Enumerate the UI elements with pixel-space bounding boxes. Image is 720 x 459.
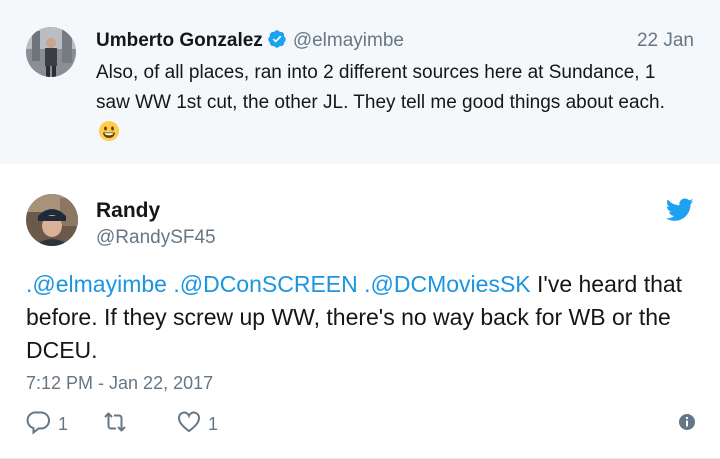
like-count: 1 [208,413,219,434]
tweet-actions: 1 1 [26,410,696,438]
parent-tweet[interactable]: Umberto Gonzalez @elmayimbe 22 Jan Also, … [0,0,720,164]
parent-tweet-header: Umberto Gonzalez @elmayimbe 22 Jan [96,28,694,54]
like-button[interactable]: 1 [176,410,218,438]
parent-author-name[interactable]: Umberto Gonzalez [96,30,263,51]
mention-link[interactable]: .@elmayimbe [26,271,167,297]
verified-badge-icon [267,29,287,49]
parent-tweet-text: Also, of all places, ran into 2 differen… [96,58,676,148]
parent-tweet-date[interactable]: 22 Jan [637,28,694,54]
author-avatar[interactable] [26,194,78,246]
reply-button[interactable]: 1 [26,410,68,438]
mention-link[interactable]: .@DConSCREEN [173,271,357,297]
twitter-bird-icon[interactable] [665,198,694,222]
retweet-icon [102,409,128,440]
retweet-button[interactable] [102,410,128,438]
heart-icon [176,409,202,440]
parent-author-avatar[interactable] [26,27,76,77]
info-button[interactable] [678,410,696,438]
smiley-emoji-icon [98,120,120,142]
parent-tweet-body: Also, of all places, ran into 2 differen… [96,62,665,113]
parent-author-handle[interactable]: @elmayimbe [293,30,404,51]
reply-count: 1 [58,413,69,434]
info-icon [678,413,696,436]
tweet-text: .@elmayimbe .@DConSCREEN .@DCMoviesSK I'… [26,268,696,367]
author-name[interactable]: Randy [96,198,160,224]
author-handle[interactable]: @RandySF45 [96,226,216,250]
mention-link[interactable]: .@DCMoviesSK [364,271,531,297]
reply-icon [26,409,52,440]
tweet-timestamp[interactable]: 7:12 PM - Jan 22, 2017 [26,371,213,395]
